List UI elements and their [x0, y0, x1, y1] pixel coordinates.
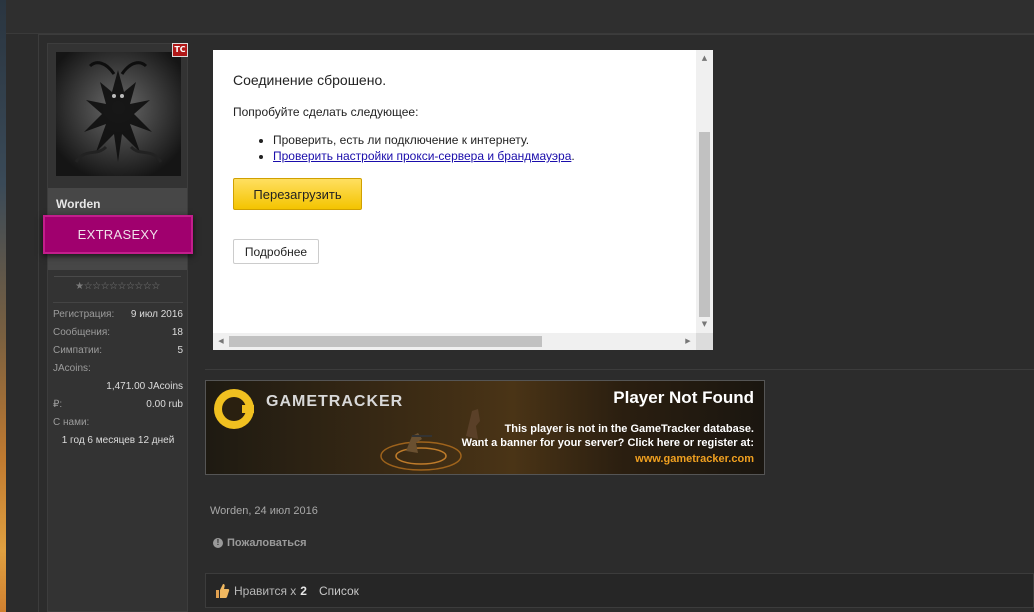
- banner-line1: This player is not in the GameTracker da…: [504, 423, 754, 435]
- likes-prefix: Нравится x: [234, 583, 297, 598]
- gametracker-banner[interactable]: GAMETRACKER Player Not Found This player…: [205, 380, 765, 475]
- stat-value: 9 июл 2016: [130, 309, 183, 320]
- stat-label: Симпатии:: [53, 345, 102, 356]
- stat-likes: Симпатии: 5: [53, 342, 183, 360]
- stat-registration: Регистрация: 9 июл 2016: [53, 306, 183, 324]
- warning-icon: !: [213, 538, 223, 548]
- report-label: Пожаловаться: [227, 537, 307, 549]
- stat-with-us-label: С нами:: [53, 417, 90, 428]
- stat-jacoins-label: JAcoins:: [53, 363, 91, 374]
- background-strip: [0, 0, 6, 612]
- username-row: Worden: [48, 188, 187, 216]
- horizontal-scroll-thumb[interactable]: [229, 336, 542, 347]
- banner-line2: Want a banner for your server? Click her…: [461, 437, 754, 449]
- username[interactable]: Worden: [56, 197, 100, 211]
- user-title-badge: EXTRASEXY: [43, 215, 193, 254]
- stat-rub: ₽: 0.00 rub: [53, 396, 183, 414]
- gametracker-url[interactable]: www.gametracker.com: [635, 453, 754, 465]
- stat-messages: Сообщения: 18: [53, 324, 183, 342]
- avatar[interactable]: [56, 52, 181, 176]
- suggestion-check-internet: Проверить, есть ли подключение к интерне…: [273, 132, 693, 148]
- stat-value: 5: [177, 345, 183, 356]
- soldiers-icon: [380, 409, 480, 471]
- error-title: Соединение сброшено.: [233, 72, 387, 88]
- error-subtitle: Попробуйте сделать следующее:: [233, 105, 419, 119]
- scroll-right-icon[interactable]: ▶: [680, 333, 696, 350]
- likes-count: 2: [300, 583, 307, 598]
- horizontal-scrollbar[interactable]: ◀ ▶: [213, 333, 696, 350]
- player-status: Player Not Found: [613, 388, 754, 407]
- stat-label: ₽:: [53, 399, 63, 410]
- scroll-up-icon[interactable]: ▲: [696, 50, 713, 67]
- details-button[interactable]: Подробнее: [233, 239, 319, 264]
- likes-summary: Нравится x2 Список: [205, 573, 1034, 608]
- gametracker-logo-icon: [214, 389, 254, 429]
- suggestion-check-proxy: Проверить настройки прокси-сервера и бра…: [273, 148, 693, 164]
- top-bar: [6, 0, 1034, 34]
- vertical-scroll-thumb[interactable]: [699, 132, 710, 317]
- topic-creator-badge: TC: [172, 43, 188, 57]
- stat-value[interactable]: 18: [172, 324, 183, 342]
- user-stats: Регистрация: 9 июл 2016 Сообщения: 18 Си…: [53, 302, 183, 450]
- avatar-image: [56, 52, 181, 176]
- error-content: Соединение сброшено. Попробуйте сделать …: [233, 72, 693, 164]
- title-band: [48, 254, 187, 270]
- scroll-left-icon[interactable]: ◀: [213, 333, 229, 350]
- scrollbar-corner: [696, 333, 713, 350]
- error-suggestions: Проверить, есть ли подключение к интерне…: [233, 132, 693, 164]
- report-link[interactable]: ! Пожаловаться: [213, 537, 307, 549]
- rating-stars: ★☆☆☆☆☆☆☆☆☆: [54, 276, 181, 292]
- stat-with-us-value: 1 год 6 месяцев 12 дней: [61, 435, 175, 446]
- post-meta[interactable]: Worden, 24 июл 2016: [210, 505, 318, 517]
- stat-value: 0.00 rub: [146, 399, 183, 410]
- user-info-column: Worden ★☆☆☆☆☆☆☆☆☆ Регистрация: 9 июл 201…: [47, 43, 188, 612]
- scroll-down-icon[interactable]: ▼: [696, 316, 713, 333]
- stat-label: Регистрация:: [53, 309, 115, 320]
- thumbs-up-icon: [216, 583, 230, 598]
- reload-button[interactable]: Перезагрузить: [233, 178, 362, 210]
- proxy-settings-link[interactable]: Проверить настройки прокси-сервера и бра…: [273, 149, 571, 163]
- stat-jacoins-value: 1,471.00 JAcoins: [106, 381, 183, 392]
- likes-list-link[interactable]: Список: [319, 584, 359, 598]
- suggestion-text: Проверить, есть ли подключение к интерне…: [273, 133, 530, 147]
- suggestion-suffix: .: [571, 149, 575, 163]
- post-divider: [205, 369, 1034, 370]
- embedded-error-frame: Соединение сброшено. Попробуйте сделать …: [213, 50, 713, 350]
- vertical-scrollbar[interactable]: ▲ ▼: [696, 50, 713, 333]
- stat-label: Сообщения:: [53, 327, 111, 338]
